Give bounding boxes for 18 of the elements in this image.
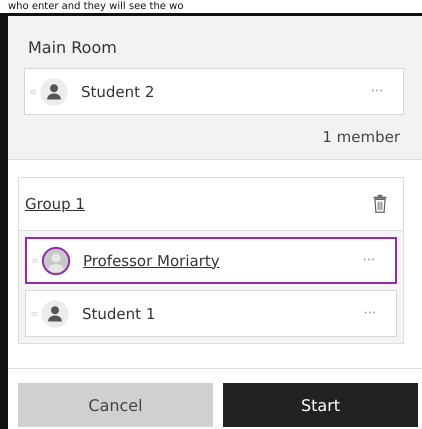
- member-name: Student 1: [82, 304, 156, 322]
- room-title: Main Room: [27, 37, 118, 59]
- member-row[interactable]: Student 2 ···: [24, 68, 404, 115]
- member-row[interactable]: Professor Moriarty ···: [25, 237, 397, 284]
- member-row[interactable]: Student 1 ···: [25, 290, 397, 337]
- member-name: Student 2: [81, 82, 156, 100]
- cancel-button[interactable]: Cancel: [18, 383, 213, 427]
- avatar-icon: [41, 246, 71, 276]
- person-icon: [40, 298, 70, 328]
- start-button[interactable]: Start: [223, 383, 418, 427]
- more-button[interactable]: ···: [360, 306, 380, 321]
- more-button[interactable]: ···: [366, 84, 387, 99]
- group-link[interactable]: Group 1: [25, 195, 85, 213]
- more-button[interactable]: ···: [358, 253, 379, 268]
- member-count: 1 member: [322, 128, 400, 146]
- person-icon: [39, 76, 69, 106]
- member-name[interactable]: Professor Moriarty: [83, 252, 359, 270]
- document-text: who enter and they will see the wo: [8, 0, 184, 12]
